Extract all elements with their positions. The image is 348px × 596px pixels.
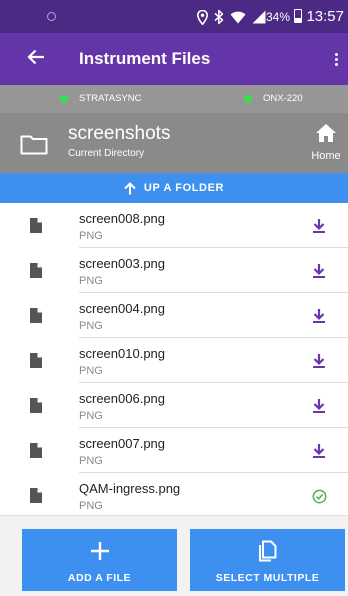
select-multiple-button[interactable]: SELECT MULTIPLE — [190, 529, 345, 591]
download-icon[interactable] — [312, 308, 326, 324]
file-type: PNG — [79, 500, 103, 512]
connected-status-icon — [60, 94, 68, 103]
home-button[interactable]: Home — [306, 123, 346, 162]
file-type: PNG — [79, 455, 103, 467]
battery-icon — [294, 9, 302, 23]
connected-status-icon — [244, 94, 252, 103]
check-circle-icon — [312, 489, 327, 504]
file-list-item[interactable]: QAM-ingress.png PNG — [0, 473, 348, 518]
file-name: screen008.png — [79, 211, 166, 226]
up-folder-label: UP A FOLDER — [143, 182, 225, 194]
file-name: screen003.png — [79, 256, 166, 271]
file-icon — [30, 263, 42, 278]
file-list-item[interactable]: screen004.png PNG — [0, 293, 348, 338]
connection-label: ONX-220 — [263, 93, 303, 104]
clock: 13:57 — [306, 8, 344, 25]
connection-onx220: ONX-220 — [244, 93, 303, 104]
back-button[interactable] — [24, 45, 48, 69]
wifi-icon — [230, 11, 246, 24]
file-name: screen010.png — [79, 346, 166, 361]
file-list-item[interactable]: screen008.png PNG — [0, 203, 348, 248]
status-bar: 34% 13:57 — [0, 0, 348, 33]
connection-label: STRATASYNC — [79, 93, 142, 104]
signal-icon — [252, 10, 266, 24]
home-icon — [316, 124, 336, 142]
app-bar: Instrument Files — [0, 33, 348, 85]
download-icon[interactable] — [312, 218, 326, 234]
download-icon[interactable] — [312, 353, 326, 369]
file-icon — [30, 353, 42, 368]
download-icon[interactable] — [312, 263, 326, 279]
add-file-button[interactable]: ADD A FILE — [22, 529, 177, 591]
file-list-item[interactable]: screen007.png PNG — [0, 428, 348, 473]
file-type: PNG — [79, 230, 103, 242]
current-directory-label: Current Directory — [68, 148, 145, 159]
arrow-left-icon — [27, 49, 44, 65]
file-name: screen007.png — [79, 436, 166, 451]
file-type: PNG — [79, 365, 103, 377]
bluetooth-icon — [214, 9, 224, 25]
file-list-item[interactable]: screen003.png PNG — [0, 248, 348, 293]
copy-files-icon — [258, 540, 276, 562]
file-icon — [30, 218, 42, 233]
directory-header: screenshots Current Directory Home — [0, 113, 348, 173]
up-folder-button[interactable]: UP A FOLDER — [0, 173, 348, 203]
file-list-item[interactable]: screen010.png PNG — [0, 338, 348, 383]
download-icon[interactable] — [312, 398, 326, 414]
file-type: PNG — [79, 275, 103, 287]
file-type: PNG — [79, 410, 103, 422]
file-icon — [30, 443, 42, 458]
battery-percent: 34% — [266, 10, 291, 24]
connection-stratasync: STRATASYNC — [60, 93, 141, 104]
select-multiple-label: SELECT MULTIPLE — [215, 572, 320, 584]
more-vert-icon[interactable] — [330, 47, 342, 71]
notification-dot-icon — [47, 12, 56, 21]
file-icon — [30, 398, 42, 413]
download-icon[interactable] — [312, 443, 326, 459]
status-icons — [197, 7, 266, 27]
file-list-item[interactable]: screen006.png PNG — [0, 383, 348, 428]
file-type: PNG — [79, 320, 103, 332]
current-directory-name: screenshots — [68, 123, 171, 144]
file-name: screen006.png — [79, 391, 166, 406]
bottom-action-bar: ADD A FILE SELECT MULTIPLE — [0, 515, 348, 596]
file-list: screen008.png PNG screen003.png PNG scre… — [0, 203, 348, 518]
page-title: Instrument Files — [79, 49, 211, 68]
folder-icon — [20, 135, 48, 155]
file-icon — [30, 308, 42, 323]
file-name: QAM-ingress.png — [79, 481, 181, 496]
file-name: screen004.png — [79, 301, 166, 316]
location-icon — [197, 9, 208, 25]
file-icon — [30, 488, 42, 503]
home-label: Home — [311, 150, 341, 162]
add-file-label: ADD A FILE — [67, 572, 132, 584]
plus-icon — [90, 542, 109, 560]
arrow-up-icon — [124, 181, 136, 194]
connection-bar: STRATASYNC ONX-220 — [0, 85, 348, 113]
